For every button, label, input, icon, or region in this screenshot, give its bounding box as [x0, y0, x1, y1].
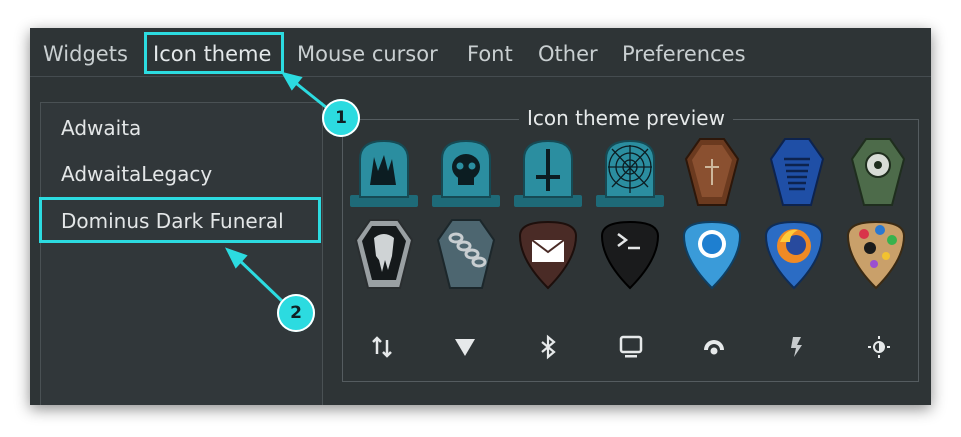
pick-chromium-icon: [680, 218, 744, 294]
icon-theme-list[interactable]: Adwaita AdwaitaLegacy Dominus Dark Funer…: [40, 102, 323, 405]
bluetooth-icon: [535, 334, 561, 360]
power-flash-icon: [784, 334, 810, 360]
wifi-triangle-icon: [452, 334, 478, 360]
coffin-wood-icon: [682, 135, 742, 213]
wireless-icon: [701, 334, 727, 360]
tab-widgets[interactable]: Widgets: [43, 39, 128, 69]
network-transfer-icon: [369, 334, 395, 360]
coffin-chain-icon: [434, 216, 498, 296]
list-item-adwaita-legacy[interactable]: AdwaitaLegacy: [61, 159, 212, 189]
list-item-adwaita[interactable]: Adwaita: [61, 113, 141, 143]
pick-mail-icon: [516, 218, 580, 294]
tombstone-skull-icon: [428, 137, 504, 213]
brightness-icon: [866, 334, 892, 360]
tab-font[interactable]: Font: [467, 39, 513, 69]
annotation-badge-2: 2: [277, 294, 315, 332]
tombstone-cross-icon: [510, 137, 586, 213]
tab-icon-theme[interactable]: Icon theme: [153, 39, 271, 69]
display-icon: [618, 334, 644, 360]
tab-preferences[interactable]: Preferences: [622, 39, 746, 69]
tombstone-web-icon: [592, 137, 668, 213]
settings-window: Widgets Icon theme Mouse cursor Font Oth…: [30, 28, 931, 405]
coffin-blue-icon: [767, 135, 827, 213]
tombstone-horns-icon: [346, 137, 422, 213]
tab-bar: Widgets Icon theme Mouse cursor Font Oth…: [30, 28, 931, 77]
tab-mouse-cursor[interactable]: Mouse cursor: [297, 39, 438, 69]
pick-paint-icon: [844, 218, 908, 294]
annotation-badge-1: 1: [322, 99, 360, 137]
list-item-dominus-dark-funeral[interactable]: Dominus Dark Funeral: [61, 206, 284, 236]
pick-firefox-icon: [762, 218, 826, 294]
coffin-silver-icon: [352, 216, 416, 296]
tab-other[interactable]: Other: [538, 39, 598, 69]
coffin-sawblade-icon: [848, 135, 908, 213]
preview-title: Icon theme preview: [519, 104, 733, 132]
pick-terminal-icon: [598, 218, 662, 294]
